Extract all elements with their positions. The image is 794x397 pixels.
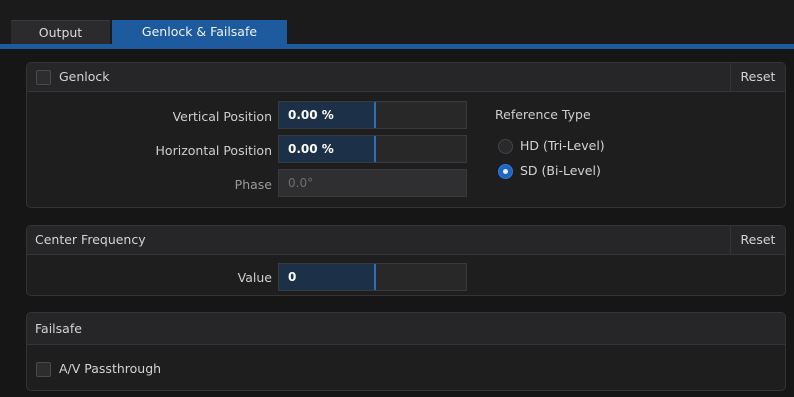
vertical-position-label: Vertical Position — [172, 109, 272, 124]
av-passthrough-checkbox[interactable] — [36, 362, 51, 377]
genlock-title: Genlock — [59, 69, 110, 84]
radio-sd-label: SD (Bi-Level) — [520, 163, 601, 178]
genlock-header: Genlock Reset — [27, 63, 785, 92]
vertical-position-marker — [374, 102, 376, 128]
center-frequency-value-field[interactable]: 0 — [278, 263, 467, 291]
horizontal-position-field[interactable]: 0.00 % — [278, 135, 467, 163]
radio-hd-label: HD (Tri-Level) — [520, 138, 605, 153]
center-frequency-reset-button[interactable]: Reset — [730, 226, 785, 254]
radio-hd-tri-level[interactable] — [498, 139, 513, 154]
phase-field: 0.0° — [278, 169, 467, 197]
genlock-checkbox[interactable] — [36, 70, 51, 85]
tab-genlock-failsafe[interactable]: Genlock & Failsafe — [112, 20, 287, 44]
center-frequency-title: Center Frequency — [35, 232, 146, 247]
center-frequency-value: 0 — [288, 270, 297, 284]
genlock-reset-button[interactable]: Reset — [730, 63, 785, 91]
reference-type-title: Reference Type — [495, 107, 591, 122]
horizontal-position-marker — [374, 136, 376, 162]
phase-value: 0.0° — [288, 176, 314, 190]
vertical-position-field[interactable]: 0.00 % — [278, 101, 467, 129]
center-frequency-header: Center Frequency Reset — [27, 226, 785, 255]
center-frequency-panel: Center Frequency Reset Value 0 — [26, 225, 786, 296]
failsafe-title: Failsafe — [35, 321, 82, 336]
failsafe-header: Failsafe — [27, 313, 785, 345]
value-label: Value — [237, 270, 272, 285]
tab-output[interactable]: Output — [11, 20, 110, 45]
horizontal-position-value: 0.00 % — [288, 142, 334, 156]
phase-label: Phase — [234, 177, 272, 192]
tab-underline — [0, 44, 794, 49]
failsafe-panel: Failsafe A/V Passthrough — [26, 312, 786, 391]
radio-sd-bi-level[interactable] — [498, 164, 513, 179]
genlock-panel: Genlock Reset Vertical Position 0.00 % H… — [26, 62, 786, 208]
horizontal-position-label: Horizontal Position — [155, 143, 272, 158]
center-frequency-marker — [374, 264, 376, 290]
vertical-position-value: 0.00 % — [288, 108, 334, 122]
tab-bar: Output Genlock & Failsafe — [0, 0, 794, 49]
av-passthrough-label: A/V Passthrough — [59, 361, 162, 376]
